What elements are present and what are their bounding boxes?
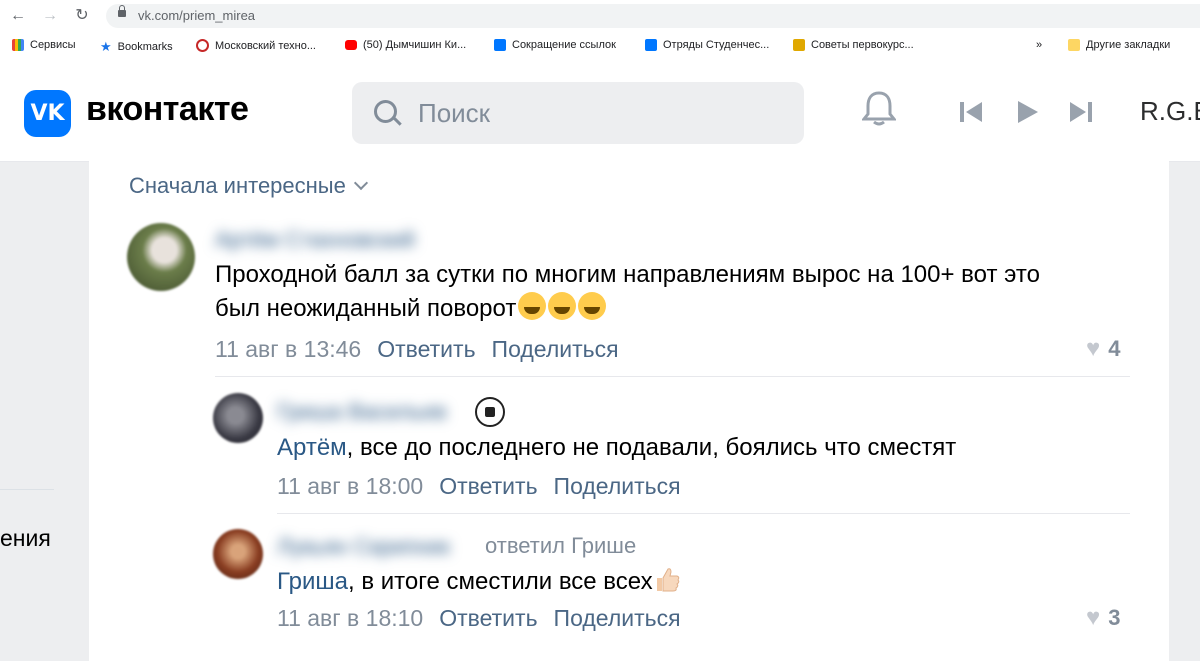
comments-card: Сначала интересные Артём Стахновский Про… [89, 161, 1169, 661]
comment-body: , все до последнего не подавали, боялись… [346, 434, 957, 461]
comment-divider [215, 376, 1130, 377]
bookmarks-bar: Сервисы ★ Bookmarks Московский техно... … [0, 35, 1200, 59]
reply-button[interactable]: Ответить [377, 336, 475, 362]
forward-arrow-icon[interactable]: → [40, 6, 60, 26]
author-name: Гриша Васильев [277, 399, 447, 424]
comment-text: Гриша, в итоге сместили все всех [277, 565, 681, 599]
next-track-icon[interactable] [1068, 99, 1094, 125]
url-text: vk.com/priem_mirea [138, 8, 256, 23]
replied-to-label[interactable]: ответил Грише [485, 533, 636, 559]
bookmark-youtube[interactable]: (50) Дымчишин Ки... [345, 39, 466, 51]
folder-icon [1068, 39, 1080, 51]
comment-text-line: был неожиданный поворот [215, 295, 517, 322]
reply-button[interactable]: Ответить [439, 473, 537, 499]
thumbs-up-emoji-icon [656, 568, 679, 592]
search-placeholder: Поиск [418, 98, 491, 128]
reply-button[interactable]: Ответить [439, 605, 537, 631]
like-count: 3 [1108, 605, 1121, 630]
bookmark-freshman-tips[interactable]: Советы первокурс... [793, 39, 914, 51]
bookmark-label: Сокращение ссылок [512, 39, 616, 51]
share-button[interactable]: Поделиться [554, 605, 681, 631]
overflow-chevron-icon: » [1036, 39, 1043, 51]
address-bar[interactable]: vk.com/priem_mirea [106, 4, 1200, 28]
youtube-icon [345, 40, 357, 50]
comment-meta: 11 авг в 13:46 Ответить Поделиться [215, 336, 619, 363]
comment-author[interactable]: Гриша Васильев [277, 399, 447, 425]
sort-dropdown[interactable]: Сначала интересные [129, 173, 368, 199]
back-arrow-icon[interactable]: ← [8, 6, 28, 26]
comment-author[interactable]: Лукьян Скрипник [277, 534, 450, 560]
share-button[interactable]: Поделиться [492, 336, 619, 362]
comment-body: , в итоге сместили все всех [348, 568, 653, 595]
avatar[interactable] [213, 529, 263, 579]
bookmark-services[interactable]: Сервисы [12, 39, 76, 51]
bookmark-label: (50) Дымчишин Ки... [363, 39, 467, 51]
like-button[interactable]: ♥ 4 [1086, 335, 1121, 363]
search-icon [374, 100, 397, 123]
sidebar-divider [0, 489, 54, 490]
heart-icon: ♥ [1086, 604, 1101, 631]
like-button[interactable]: ♥ 3 [1086, 604, 1121, 632]
vk-icon [494, 39, 506, 51]
mention-link[interactable]: Гриша [277, 568, 348, 595]
bookmark-label: Московский техно... [215, 39, 316, 52]
bookmark-mirea[interactable]: Московский техно... [196, 39, 316, 52]
avatar[interactable] [127, 223, 195, 291]
search-input[interactable]: Поиск [352, 82, 804, 144]
avatar[interactable] [213, 393, 263, 443]
reload-icon[interactable]: ↻ [72, 6, 92, 26]
bookmark-label: Советы первокурс... [811, 39, 914, 51]
user-menu[interactable]: R.G.B [1140, 96, 1200, 127]
comment-author[interactable]: Артём Стахновский [215, 227, 415, 253]
bookmark-label: Отряды Студенчес... [663, 39, 770, 51]
vk-icon [645, 39, 657, 51]
chevron-down-icon [353, 175, 368, 191]
comment-divider [277, 513, 1130, 514]
comment-time[interactable]: 11 авг в 13:46 [215, 336, 361, 362]
bookmark-link-shortener[interactable]: Сокращение ссылок [494, 39, 616, 51]
comment-text: Артём, все до последнего не подавали, бо… [277, 431, 956, 465]
browser-chrome: ← → ↻ vk.com/priem_mirea Сервисы ★ Bookm… [0, 0, 1200, 67]
bell-icon[interactable] [862, 90, 896, 126]
bookmark-other[interactable]: Другие закладки [1068, 39, 1170, 51]
play-icon[interactable] [1014, 99, 1040, 125]
browser-nav-row: ← → ↻ vk.com/priem_mirea [0, 0, 1200, 32]
share-button[interactable]: Поделиться [554, 473, 681, 499]
previous-track-icon[interactable] [958, 99, 984, 125]
bookmark-label: Сервисы [30, 39, 76, 51]
tips-icon [793, 39, 805, 51]
soccer-ball-icon [475, 397, 505, 427]
heart-icon: ♥ [1086, 335, 1101, 362]
lock-icon [118, 5, 126, 17]
bookmarks-overflow[interactable]: » [1036, 39, 1042, 51]
comment-meta: 11 авг в 18:10 Ответить Поделиться [277, 605, 681, 632]
sort-label: Сначала интересные [129, 173, 346, 198]
comment-time[interactable]: 11 авг в 18:00 [277, 473, 423, 499]
tears-of-joy-emoji-icon [578, 292, 607, 320]
bookmark-bookmarks[interactable]: ★ Bookmarks [100, 39, 173, 55]
bookmark-label: Bookmarks [117, 41, 173, 53]
vk-logo-icon[interactable]: VK [24, 90, 71, 137]
tears-of-joy-emoji-icon [548, 292, 577, 320]
vk-header: VK вконтакте Поиск R.G.B [0, 66, 1200, 162]
star-icon: ★ [100, 39, 112, 54]
comment-meta: 11 авг в 18:00 Ответить Поделиться [277, 473, 681, 500]
like-count: 4 [1108, 336, 1121, 361]
apps-grid-icon [12, 39, 24, 51]
tears-of-joy-emoji-icon [518, 292, 547, 320]
vk-brand-name[interactable]: вконтакте [86, 90, 249, 129]
comment-text: Проходной балл за сутки по многим направ… [215, 258, 1040, 326]
comment-text-line: Проходной балл за сутки по многим направ… [215, 261, 1040, 288]
mention-link[interactable]: Артём [277, 434, 347, 461]
bookmark-student-teams[interactable]: Отряды Студенчес... [645, 39, 769, 51]
comment-time[interactable]: 11 авг в 18:10 [277, 605, 423, 631]
bookmark-label: Другие закладки [1086, 39, 1171, 51]
sidebar-item-fragment[interactable]: ения [0, 525, 51, 552]
mirea-logo-icon [196, 39, 209, 52]
